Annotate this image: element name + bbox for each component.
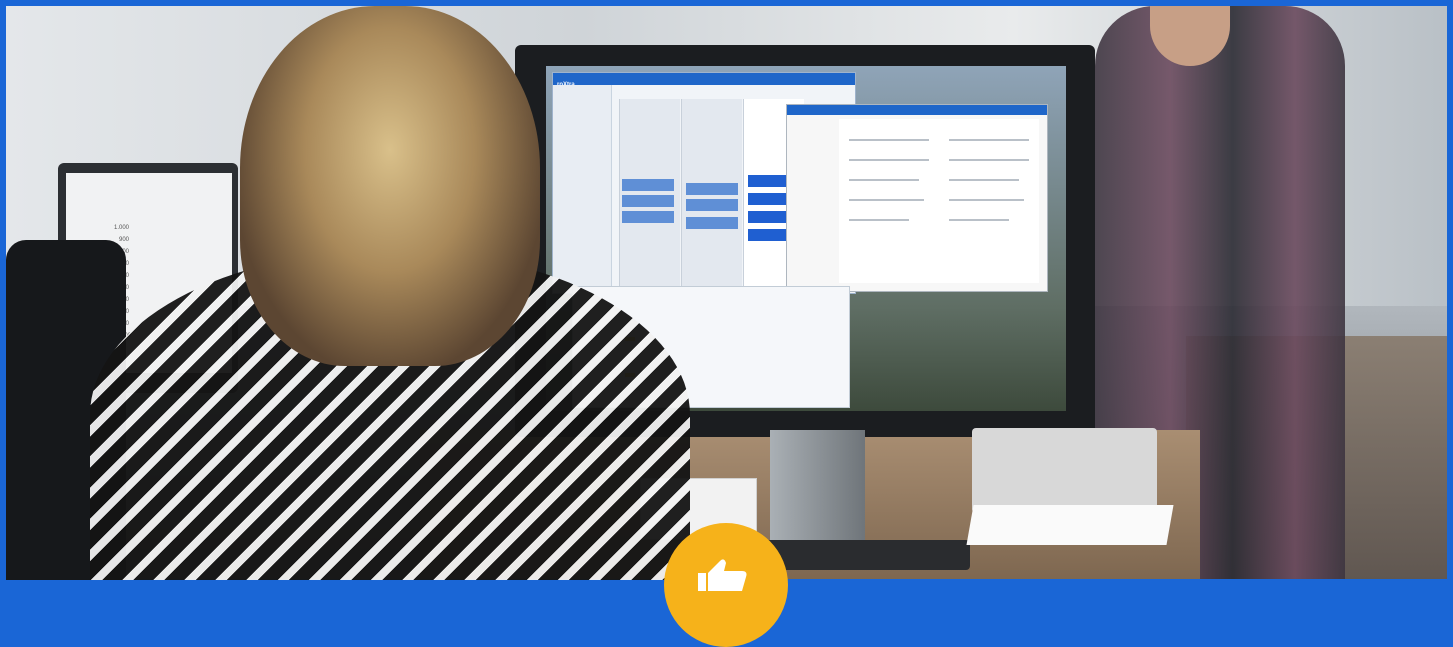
process-box (622, 179, 674, 191)
laptop-tick: 900 (119, 237, 130, 243)
paper-sheet (966, 505, 1174, 545)
woman-hair (240, 6, 540, 366)
app-sidebar (553, 85, 612, 293)
doc-titlebar (787, 105, 1047, 115)
monitor-stand-base (760, 540, 970, 570)
doc-line (849, 199, 924, 201)
doc-line (949, 139, 1029, 141)
swimlane (619, 99, 680, 291)
doc-line (849, 179, 919, 181)
doc-line (849, 159, 929, 161)
laptop-tick: 1.000 (114, 225, 130, 231)
doc-line (949, 199, 1024, 201)
printer (972, 428, 1157, 513)
doc-line (949, 159, 1029, 161)
doc-line (949, 219, 1009, 221)
process-box (686, 217, 738, 229)
thumbs-up-icon (698, 559, 747, 591)
document-window (786, 104, 1048, 292)
doc-line (849, 219, 909, 221)
process-box (686, 183, 738, 195)
doc-page (839, 119, 1039, 283)
doc-line (949, 179, 1019, 181)
process-box (686, 199, 738, 211)
doc-line (849, 139, 929, 141)
process-box (622, 195, 674, 207)
app-titlebar: roXtra (553, 73, 855, 88)
monitor-stand (770, 430, 865, 550)
swimlane (681, 99, 742, 291)
process-box (622, 211, 674, 223)
